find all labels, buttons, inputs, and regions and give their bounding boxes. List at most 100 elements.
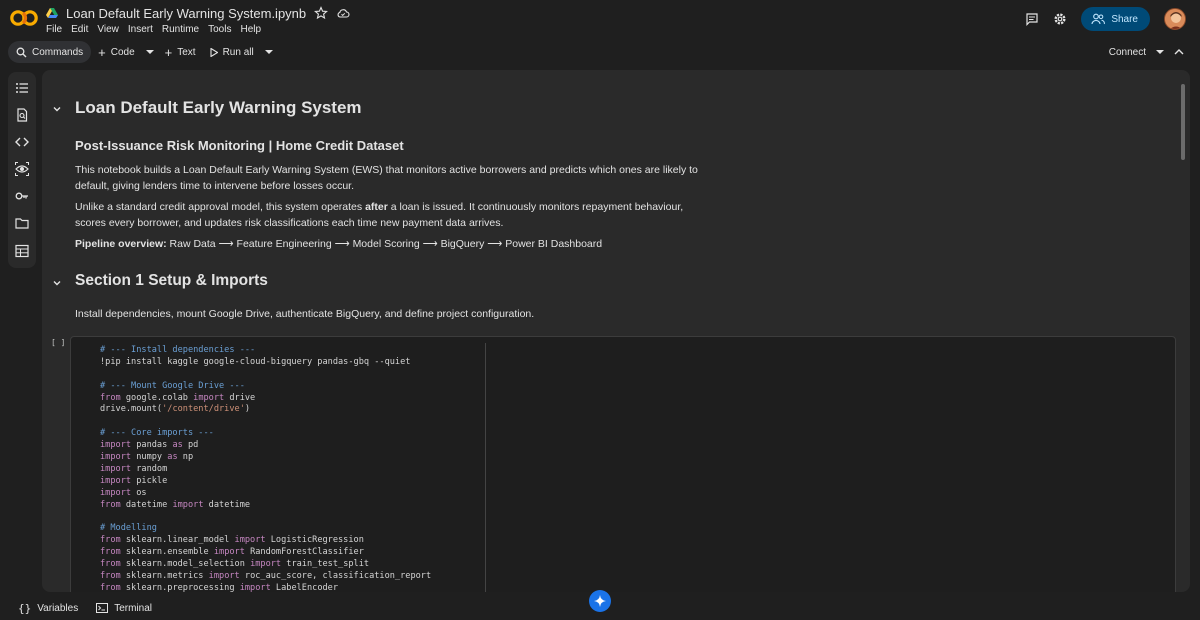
table-of-contents-icon[interactable] — [15, 81, 29, 95]
cloud-saved-icon[interactable] — [336, 6, 350, 20]
menu-edit[interactable]: Edit — [71, 24, 88, 35]
code-token: random — [131, 463, 168, 474]
notebook-subheading: Post-Issuance Risk Monitoring | Home Cre… — [75, 138, 404, 153]
code-line: from google.colab import drive — [100, 393, 431, 405]
account-avatar[interactable] — [1164, 8, 1186, 30]
plus-icon: + — [98, 44, 106, 60]
code-token: '/content/drive' — [162, 404, 245, 415]
menu-help[interactable]: Help — [240, 24, 261, 35]
code-token: train_test_split — [281, 559, 370, 570]
header-actions: Share — [1025, 7, 1186, 31]
code-token: roc_auc_score, classification_report — [239, 570, 432, 581]
sparkle-icon — [594, 595, 606, 607]
menu-view[interactable]: View — [97, 24, 119, 35]
code-token: pd — [182, 440, 199, 451]
app-header: Loan Default Early Warning System.ipynb … — [0, 0, 1200, 40]
secrets-key-icon[interactable] — [15, 189, 29, 203]
code-token: from — [100, 570, 121, 581]
code-line: import random — [100, 464, 431, 476]
gemini-sparkle-button[interactable] — [589, 590, 611, 612]
menu-tools[interactable]: Tools — [208, 24, 231, 35]
commands-label: Commands — [32, 46, 84, 58]
connect-caret-down-icon[interactable] — [1156, 49, 1164, 55]
add-code-button[interactable]: + Code — [91, 41, 142, 63]
code-line: # --- Install dependencies --- — [100, 345, 431, 357]
code-token: from — [100, 582, 121, 592]
menu-bar: File Edit View Insert Runtime Tools Help — [46, 24, 261, 35]
chevron-up-icon[interactable] — [1174, 48, 1184, 56]
code-token: sklearn.model_selection — [120, 559, 251, 570]
code-line: drive.mount('/content/drive') — [100, 404, 431, 416]
collapse-chevron-icon[interactable] — [52, 278, 62, 288]
code-token: # Modelling — [100, 523, 157, 534]
code-token: numpy — [131, 452, 168, 463]
notebook-heading: Loan Default Early Warning System — [75, 98, 362, 117]
cell-run-indicator[interactable]: [ ] — [51, 338, 65, 347]
terminal-button[interactable]: Terminal — [96, 603, 152, 614]
code-token: import — [100, 463, 132, 474]
code-token: LogisticRegression — [265, 535, 364, 546]
code-line: # --- Mount Google Drive --- — [100, 381, 431, 393]
files-folder-icon[interactable] — [15, 216, 29, 230]
notebook-main[interactable]: Loan Default Early Warning System Post-I… — [42, 70, 1190, 592]
comments-icon[interactable] — [1025, 12, 1039, 26]
code-token: from — [100, 392, 121, 403]
code-token: datetime — [203, 499, 251, 510]
code-line: from datetime import datetime — [100, 500, 431, 512]
title-row: Loan Default Early Warning System.ipynb — [46, 5, 350, 21]
code-token: RandomForestClassifier — [244, 547, 364, 558]
variables-inspector-icon[interactable] — [15, 162, 29, 176]
share-label: Share — [1111, 13, 1138, 25]
code-token: # --- Core imports --- — [100, 428, 214, 439]
settings-gear-icon[interactable] — [1053, 12, 1067, 26]
vertical-scrollbar[interactable] — [1181, 84, 1185, 160]
add-text-button[interactable]: + Text — [158, 41, 203, 63]
variables-button[interactable]: {} Variables — [18, 602, 78, 615]
code-line: from sklearn.ensemble import RandomFores… — [100, 547, 431, 559]
connect-button[interactable]: Connect — [1109, 47, 1146, 58]
code-cell[interactable]: # --- Install dependencies --- !pip insta… — [70, 336, 1176, 592]
code-token: drive — [224, 392, 256, 403]
code-dropdown[interactable] — [142, 41, 158, 63]
google-drive-icon — [46, 8, 58, 18]
plus-icon: + — [164, 44, 173, 60]
braces-icon: {} — [18, 601, 32, 615]
star-icon[interactable] — [314, 6, 329, 20]
menu-file[interactable]: File — [46, 24, 62, 35]
pipeline-paragraph: Pipeline overview: Raw Data ⟶ Feature En… — [75, 236, 715, 252]
code-token: sklearn.preprocessing — [120, 582, 240, 592]
caret-down-icon — [264, 50, 273, 54]
code-token: import — [172, 499, 204, 510]
code-token: sklearn.linear_model — [120, 535, 235, 546]
run-all-button[interactable]: Run all — [203, 41, 261, 63]
menu-runtime[interactable]: Runtime — [162, 24, 199, 35]
data-table-icon[interactable] — [15, 244, 29, 258]
system-paragraph: Unlike a standard credit approval model,… — [75, 199, 715, 231]
code-editor[interactable]: # --- Install dependencies --- !pip insta… — [100, 345, 431, 592]
menu-insert[interactable]: Insert — [128, 24, 153, 35]
code-token: import — [193, 392, 225, 403]
code-token: LabelEncoder — [270, 582, 339, 592]
caret-down-icon — [145, 50, 154, 54]
code-snippets-icon[interactable] — [15, 135, 29, 149]
code-token: import — [213, 547, 245, 558]
code-token: # --- Mount Google Drive --- — [100, 380, 245, 391]
para2-text: Unlike a standard credit approval model,… — [75, 201, 366, 213]
code-token: import — [208, 570, 240, 581]
share-button[interactable]: Share — [1081, 7, 1150, 31]
colab-logo-icon[interactable] — [10, 8, 38, 28]
notebook-title[interactable]: Loan Default Early Warning System.ipynb — [66, 6, 306, 21]
collapse-chevron-icon[interactable] — [52, 104, 62, 114]
commands-button[interactable]: Commands — [8, 41, 92, 63]
code-token: import — [239, 582, 271, 592]
code-line: # Modelling — [100, 523, 431, 535]
code-token: google.colab — [120, 392, 194, 403]
code-line: import numpy as np — [100, 452, 431, 464]
find-replace-icon[interactable] — [15, 108, 29, 122]
code-token: np — [177, 452, 194, 463]
run-all-dropdown[interactable] — [261, 41, 277, 63]
code-token: as — [172, 440, 183, 451]
